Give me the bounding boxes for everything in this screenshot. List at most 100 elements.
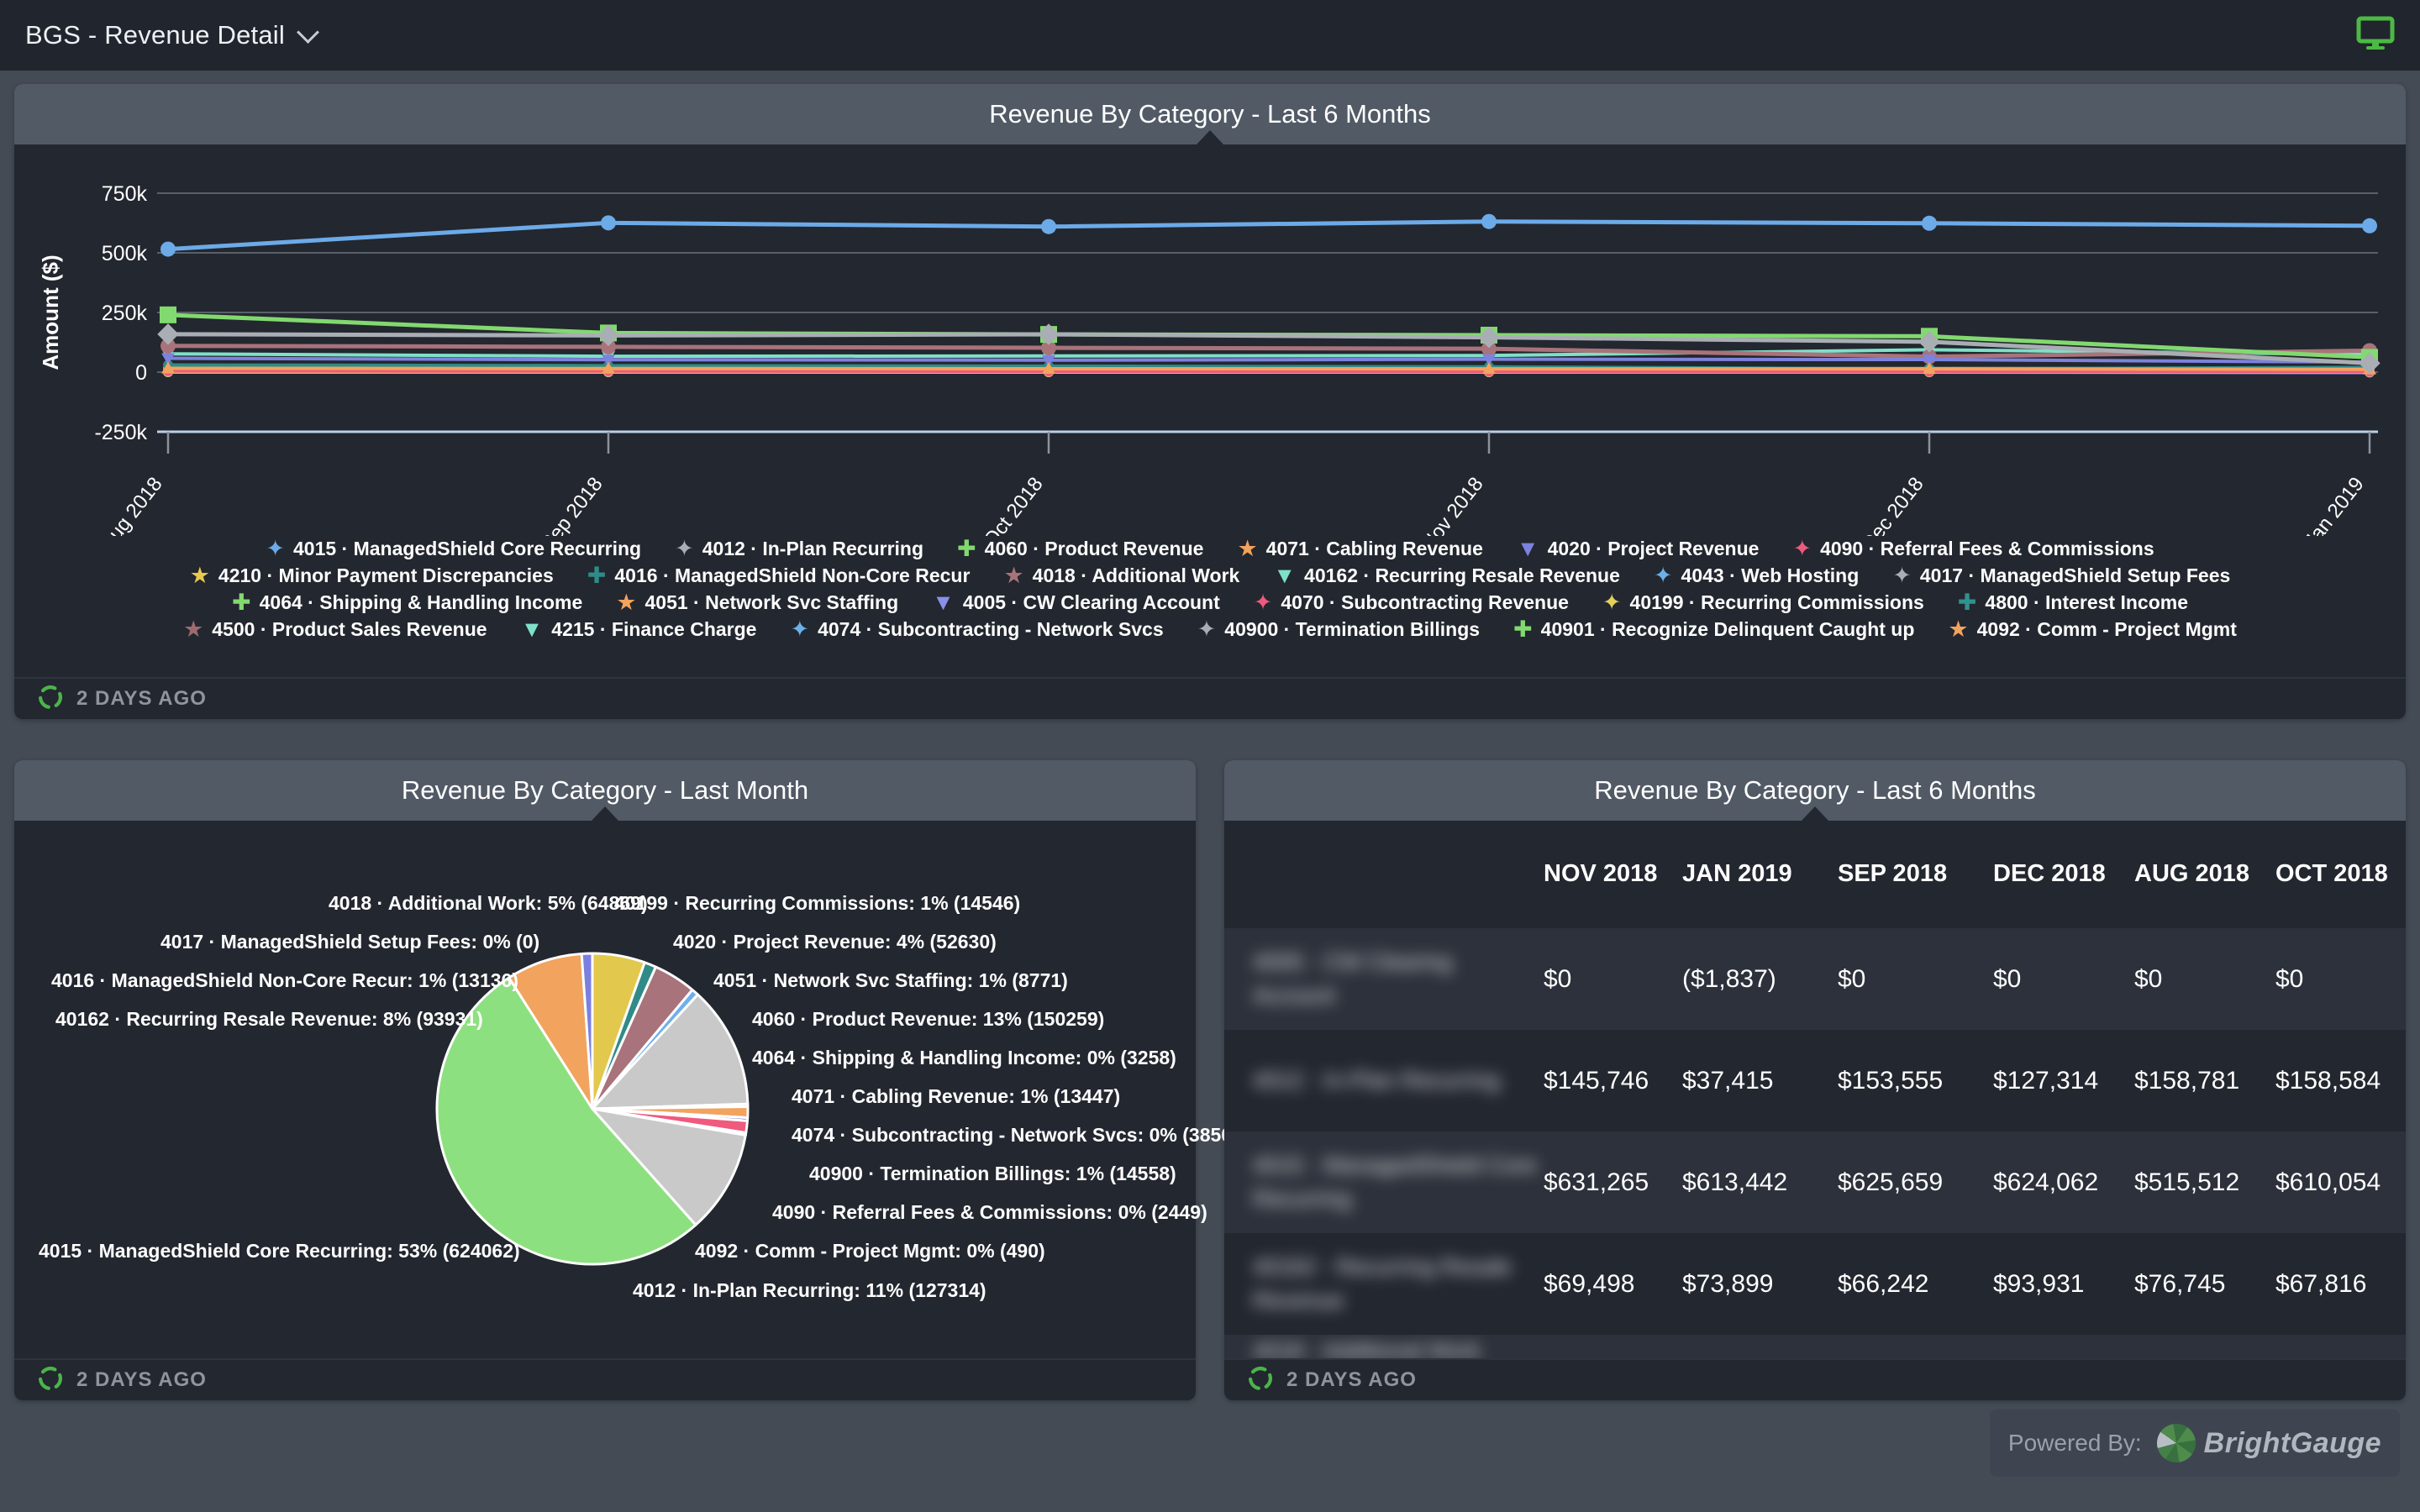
monitor-icon[interactable] (2356, 16, 2395, 55)
pie-slice-label: 40900 · Termination Billings: 1% (14558) (809, 1163, 1176, 1185)
table-panel-header: Revenue By Category - Last 6 Months (1224, 760, 2406, 821)
pie-slice-label: 4020 · Project Revenue: 4% (52630) (673, 931, 997, 953)
series-marker-icon: ✦ (266, 538, 285, 560)
table-title: Revenue By Category - Last 6 Months (1594, 775, 2036, 806)
legend-item[interactable]: ✦4074 · Subcontracting - Network Svcs (790, 618, 1163, 641)
table-cell: $76,745 (2128, 1270, 2269, 1299)
series-marker-icon: ▼ (1517, 538, 1539, 560)
legend-item[interactable]: ✦4017 · ManagedShield Setup Fees (1892, 564, 2230, 587)
table-column-header: OCT 2018 (2269, 858, 2406, 890)
legend-item[interactable]: ★4071 · Cabling Revenue (1237, 538, 1482, 560)
row-label-redacted: 40162 · Recurring Resale Revenue (1224, 1251, 1537, 1316)
table-cell: $0 (1831, 965, 1986, 994)
line-chart[interactable]: 750k500k250k0-250kAmount ($)Aug 2018Sep … (14, 144, 2406, 536)
svg-text:0: 0 (135, 361, 147, 385)
table-cell: $624,062 (1986, 1168, 2128, 1197)
series-label: 4017 · ManagedShield Setup Fees (1920, 564, 2230, 587)
table-row: 4018 · Additional Work (1224, 1335, 2406, 1358)
legend-item[interactable]: ▼ 40162 · Recurring Resale Revenue (1273, 564, 1620, 587)
legend-item[interactable]: ▼4215 · Finance Charge (521, 618, 757, 641)
legend-item[interactable]: ✦4070 · Subcontracting Revenue (1254, 591, 1569, 614)
legend-item[interactable]: ✦4043 · Web Hosting (1654, 564, 1859, 587)
svg-text:Jan 2019: Jan 2019 (2300, 473, 2369, 536)
chevron-down-icon[interactable] (297, 21, 319, 44)
series-label: 40162 · Recurring Resale Revenue (1304, 564, 1620, 587)
header-notch (592, 806, 618, 821)
series-label: 4043 · Web Hosting (1681, 564, 1860, 587)
table-cell: $515,512 (2128, 1168, 2269, 1197)
table-row: 4005 · CW Clearing Account$0($1,837)$0$0… (1224, 928, 2406, 1030)
table-column-header: AUG 2018 (2128, 858, 2269, 890)
pie-footer: 2 DAYS AGO (14, 1358, 1196, 1400)
revenue-table[interactable]: NOV 2018JAN 2019SEP 2018DEC 2018AUG 2018… (1224, 821, 2406, 1358)
series-marker-icon: ✦ (1792, 538, 1812, 560)
pie-slice-label: 4060 · Product Revenue: 13% (150259) (752, 1008, 1104, 1031)
legend-item[interactable]: ✦40900 · Termination Billings (1197, 618, 1480, 641)
legend-item[interactable]: ✚4016 · ManagedShield Non-Core Recur (587, 564, 971, 587)
refresh-icon[interactable] (36, 683, 65, 716)
table-header-row: NOV 2018JAN 2019SEP 2018DEC 2018AUG 2018… (1224, 821, 2406, 928)
legend-item[interactable]: ✚40901 · Recognize Delinquent Caught up (1513, 618, 1914, 641)
legend-item[interactable]: ✦4012 · In-Plan Recurring (675, 538, 923, 560)
legend-item[interactable]: ★4500 · Product Sales Revenue (183, 618, 487, 641)
legend-item[interactable]: ★ 4051 · Network Svc Staffing (616, 591, 898, 614)
table-cell: $0 (1986, 965, 2128, 994)
dashboard-title[interactable]: BGS - Revenue Detail (25, 20, 285, 50)
series-marker-icon: ▼ (521, 618, 544, 641)
series-marker-icon: ✦ (790, 618, 809, 641)
series-label: 4020 · Project Revenue (1548, 538, 1760, 560)
legend-item[interactable]: ✦4090 · Referral Fees & Commissions (1792, 538, 2154, 560)
last-updated-status: 2 DAYS AGO (76, 1368, 207, 1392)
series-label: 4800 · Interest Income (1985, 591, 2188, 614)
legend-item[interactable]: ▼ 4020 · Project Revenue (1517, 538, 1760, 560)
pie-slice-label: 4092 · Comm - Project Mgmt: 0% (490) (695, 1240, 1045, 1263)
legend-item[interactable]: ✦40199 · Recurring Commissions (1602, 591, 1924, 614)
series-label: 4092 · Comm - Project Mgmt (1977, 618, 2237, 641)
brightgauge-wordmark: BrightGauge (2204, 1427, 2381, 1460)
svg-text:Aug 2018: Aug 2018 (96, 473, 167, 536)
legend-item[interactable]: ✚4060 · Product Revenue (957, 538, 1203, 560)
series-label: 40901 · Recognize Delinquent Caught up (1541, 618, 1915, 641)
brightgauge-logo[interactable]: BrightGauge (2157, 1424, 2381, 1462)
table-cell: $37,415 (1676, 1067, 1831, 1095)
legend: ✦4015 · ManagedShield Core Recurring✦401… (14, 538, 2406, 641)
refresh-icon[interactable] (36, 1364, 65, 1397)
legend-item[interactable]: ✚4064 · Shipping & Handling Income (232, 591, 582, 614)
legend-item[interactable]: ★4092 · Comm - Project Mgmt (1948, 618, 2237, 641)
legend-row: ✚4064 · Shipping & Handling Income ★ 4051 … (232, 591, 2188, 614)
legend-item[interactable]: ★4018 · Additional Work (1003, 564, 1239, 587)
legend-item[interactable]: ▼ 4005 · CW Clearing Account (932, 591, 1220, 614)
line-chart-panel: Revenue By Category - Last 6 Months 750k… (14, 84, 2406, 719)
pie-chart[interactable] (429, 945, 756, 1273)
series-label: 4070 · Subcontracting Revenue (1281, 591, 1569, 614)
legend-item[interactable]: ★ 4210 · Minor Payment Discrepancies (190, 564, 554, 587)
table-cell: $0 (1537, 965, 1676, 994)
series-label: 4210 · Minor Payment Discrepancies (218, 564, 554, 587)
series-marker-icon: ★ (190, 564, 210, 587)
series-label: 4012 · In-Plan Recurring (702, 538, 923, 560)
table-cell: $625,659 (1831, 1168, 1986, 1197)
table-cell: $69,498 (1537, 1270, 1676, 1299)
svg-text:750k: 750k (102, 182, 148, 206)
table-cell: $153,555 (1831, 1067, 1986, 1095)
legend-item[interactable]: ✚4800 · Interest Income (1958, 591, 2188, 614)
legend-item[interactable]: ✦4015 · ManagedShield Core Recurring (266, 538, 641, 560)
table-cell: ($1,837) (1676, 965, 1831, 994)
svg-text:500k: 500k (102, 242, 148, 265)
table-cell: $66,242 (1831, 1270, 1986, 1299)
series-marker-icon: ▼ (932, 591, 955, 614)
table-row: 4012 · In-Plan Recurring$145,746$37,415$… (1224, 1030, 2406, 1131)
series-marker-icon: ▼ (1273, 564, 1296, 587)
table-footer: 2 DAYS AGO (1224, 1358, 2406, 1400)
top-bar: BGS - Revenue Detail (0, 0, 2420, 71)
pie-chart-panel: Revenue By Category - Last Month 4018 · … (14, 760, 1196, 1400)
refresh-icon[interactable] (1246, 1364, 1275, 1397)
series-label: 4005 · CW Clearing Account (963, 591, 1220, 614)
svg-text:Oct 2018: Oct 2018 (979, 473, 1047, 536)
series-label: 4051 · Network Svc Staffing (644, 591, 898, 614)
series-marker-icon: ★ (1003, 564, 1023, 587)
powered-by-label: Powered By: (2008, 1430, 2142, 1457)
series-label: 40199 · Recurring Commissions (1630, 591, 1924, 614)
last-updated-status: 2 DAYS AGO (1286, 1368, 1417, 1392)
series-marker-icon: ★ (616, 591, 636, 614)
